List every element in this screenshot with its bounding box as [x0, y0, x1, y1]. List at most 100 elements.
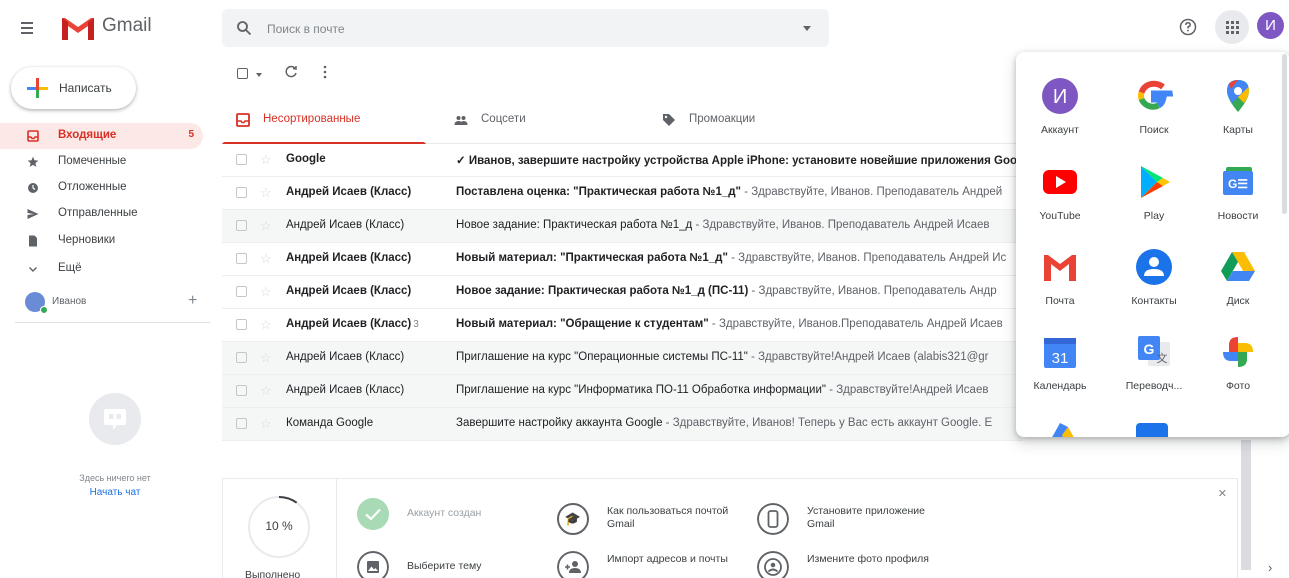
email-sender: Андрей Исаев (Класс) [286, 285, 412, 297]
tab-primary[interactable]: Несортированные [222, 100, 426, 145]
tab-social[interactable]: Соцсети [440, 100, 644, 144]
email-subject-snippet: Новое задание: Практическая работа №1_д … [456, 285, 997, 297]
gmail-icon [1044, 255, 1076, 281]
google-search-icon [1138, 80, 1173, 110]
row-checkbox[interactable] [236, 154, 247, 165]
google-ads-icon[interactable] [1042, 417, 1082, 437]
row-checkbox[interactable] [236, 385, 247, 396]
app-label: Поиск [1139, 124, 1169, 136]
gmail-logo-icon[interactable] [60, 14, 96, 42]
app-label: Диск [1226, 295, 1250, 307]
main-scrollbar[interactable] [1241, 440, 1251, 570]
row-checkbox[interactable] [236, 220, 247, 231]
draft-icon [29, 235, 37, 247]
compose-button[interactable]: Написать [11, 67, 136, 109]
app-play[interactable]: Play [1112, 152, 1192, 232]
app-maps[interactable]: Карты [1196, 66, 1276, 146]
row-checkbox[interactable] [236, 319, 247, 330]
tab-promotions[interactable]: Промоакции [648, 100, 852, 144]
user-name[interactable]: Иванов [52, 296, 86, 307]
svg-text:И: И [1053, 86, 1067, 108]
app-news[interactable]: G☰ Новости [1196, 152, 1276, 232]
photos-icon [1223, 337, 1253, 367]
meet-icon[interactable] [1132, 417, 1172, 437]
select-all-checkbox[interactable] [237, 68, 248, 79]
more-options-icon[interactable] [322, 64, 328, 80]
app-gmail[interactable]: Почта [1018, 237, 1098, 317]
app-label: Play [1143, 210, 1165, 222]
star-icon[interactable]: ☆ [260, 251, 272, 267]
star-icon[interactable]: ☆ [260, 317, 272, 333]
app-drive[interactable]: Диск [1196, 237, 1276, 317]
star-icon[interactable]: ☆ [260, 185, 272, 201]
row-checkbox[interactable] [236, 418, 247, 429]
sidebar-item-starred[interactable]: Помеченные [0, 149, 200, 175]
table-row[interactable]: ☆ Андрей Исаев (Класс) Новое задание: Пр… [222, 210, 1022, 243]
app-label: Контакты [1131, 295, 1177, 307]
app-account[interactable]: И Аккаунт [1018, 66, 1098, 146]
app-contacts[interactable]: Контакты [1112, 237, 1192, 317]
sidebar-item-snoozed[interactable]: Отложенные [0, 175, 200, 201]
hangouts-user-row[interactable]: Иванов + [0, 288, 210, 318]
app-search[interactable]: Поиск [1112, 66, 1192, 146]
row-checkbox[interactable] [236, 187, 247, 198]
sidebar-item-drafts[interactable]: Черновики [0, 228, 200, 254]
account-avatar[interactable]: И [1257, 12, 1284, 39]
select-options-icon[interactable] [256, 73, 262, 77]
tab-label: Промоакции [689, 113, 756, 125]
app-youtube[interactable]: YouTube [1018, 152, 1098, 232]
youtube-icon [1043, 170, 1077, 194]
main-menu-button[interactable] [18, 16, 42, 40]
tab-label: Соцсети [481, 113, 526, 125]
search-icon[interactable] [236, 20, 252, 36]
star-icon[interactable]: ☆ [260, 350, 272, 366]
apps-grid-button[interactable] [1215, 10, 1249, 44]
chat-empty-text: Здесь ничего нет [79, 473, 151, 483]
table-row[interactable]: ☆ Андрей Исаев (Класс) Поставлена оценка… [222, 177, 1022, 210]
star-icon[interactable]: ☆ [260, 218, 272, 234]
app-photos[interactable]: Фото [1196, 322, 1276, 402]
onboarding-panel: 10 % Выполнено Аккаунт создан 🎓 Как поль… [222, 478, 1238, 578]
app-label: Аккаунт [1040, 124, 1079, 136]
app-label: Новости [1217, 210, 1259, 222]
app-label: Переводч... [1125, 380, 1183, 392]
translate-icon: G 文 [1138, 336, 1170, 366]
table-row[interactable]: ☆ Андрей Исаев (Класс) Новый материал: "… [222, 243, 1022, 276]
search-bar[interactable]: Поиск в почте [222, 9, 829, 47]
table-row[interactable]: ☆ Андрей Исаев (Класс) Новое задание: Пр… [222, 276, 1022, 309]
table-row[interactable]: ☆ Андрей Исаев (Класс) 3 Новый материал: … [222, 309, 1022, 342]
app-calendar[interactable]: 31 Календарь [1018, 322, 1098, 402]
table-row[interactable]: ☆ Андрей Исаев (Класс) Приглашение на ку… [222, 342, 1022, 375]
row-checkbox[interactable] [236, 352, 247, 363]
svg-text:31: 31 [1052, 350, 1069, 367]
send-icon [27, 209, 39, 219]
table-row[interactable]: ☆ Команда Google Завершите настройку акк… [222, 408, 1022, 441]
close-icon[interactable]: ✕ [1218, 487, 1227, 500]
star-icon[interactable]: ☆ [260, 284, 272, 300]
app-label: Почта [1045, 295, 1075, 307]
apps-panel-scrollbar[interactable] [1282, 54, 1287, 214]
table-row[interactable]: ☆ Андрей Исаев (Класс) Приглашение на ку… [222, 375, 1022, 408]
star-icon[interactable]: ☆ [260, 152, 272, 168]
refresh-icon[interactable] [283, 64, 299, 80]
row-checkbox[interactable] [236, 286, 247, 297]
add-contact-icon[interactable]: + [188, 292, 197, 310]
sidebar-item-more[interactable]: Ещё [0, 256, 200, 282]
star-icon[interactable]: ☆ [260, 416, 272, 432]
chevron-right-icon[interactable]: › [1268, 560, 1272, 575]
sidebar-item-inbox[interactable]: Входящие 5 [0, 123, 203, 149]
start-chat-link[interactable]: Начать чат [30, 487, 200, 498]
sidebar-item-sent[interactable]: Отправленные [0, 201, 200, 227]
app-translate[interactable]: G 文 Переводч... [1112, 322, 1192, 402]
account-icon: И [1042, 78, 1078, 114]
app-label: Календарь [1033, 380, 1087, 392]
star-icon[interactable]: ☆ [260, 383, 272, 399]
email-list: ☆ Google ✓ Иванов, завершите настройку у… [222, 144, 1022, 441]
onboarding-label: Установите приложение Gmail [807, 505, 926, 530]
search-options-icon[interactable] [803, 26, 811, 31]
search-input[interactable]: Поиск в почте [267, 22, 345, 36]
phone-icon [757, 503, 789, 535]
table-row[interactable]: ☆ Google ✓ Иванов, завершите настройку у… [222, 144, 1022, 177]
row-checkbox[interactable] [236, 253, 247, 264]
help-icon[interactable] [1177, 16, 1199, 38]
